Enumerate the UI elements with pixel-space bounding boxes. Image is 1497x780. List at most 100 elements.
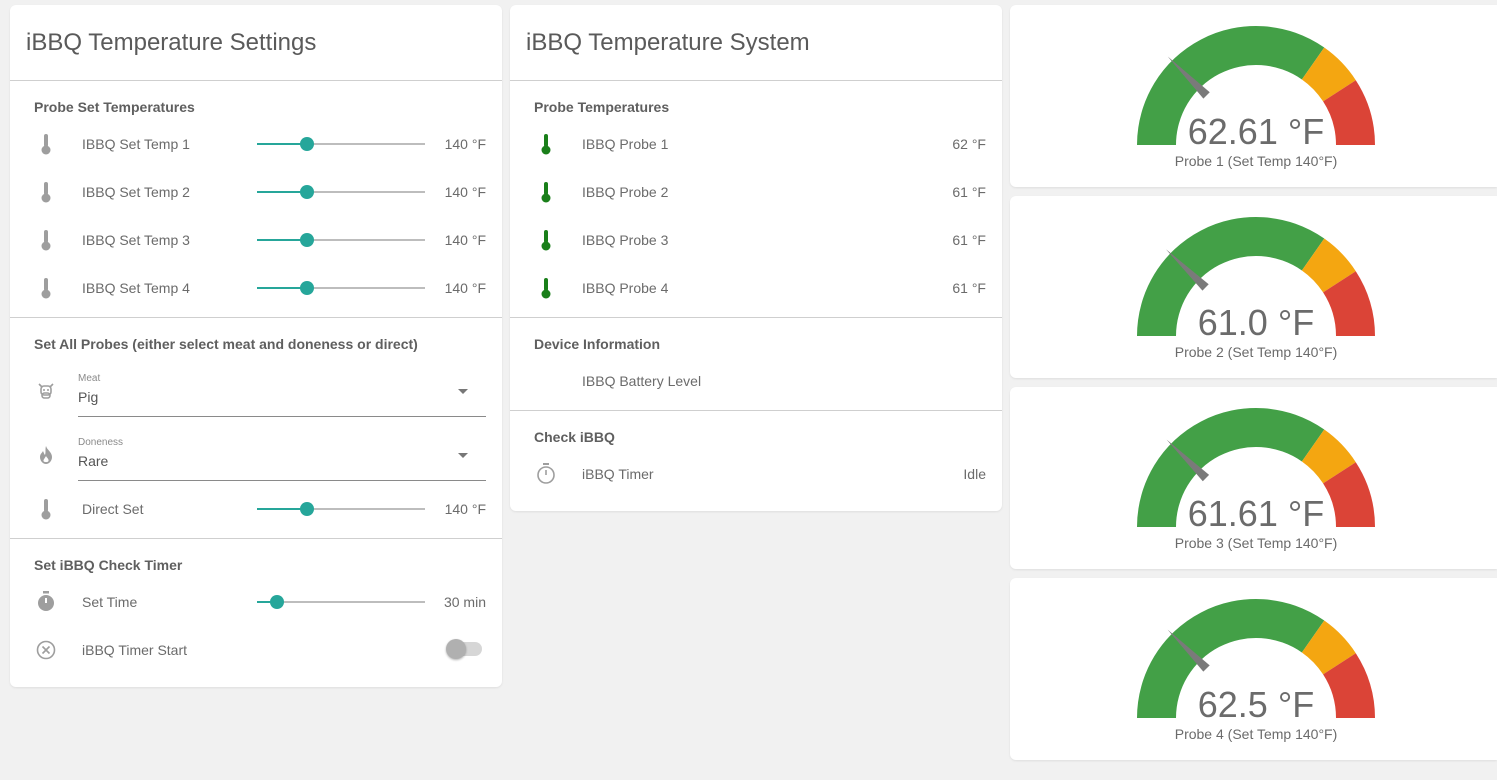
set-temp-label: IBBQ Set Temp 2 [82,184,190,200]
probe-row: IBBQ Probe 4 61 °F [510,268,1002,308]
set-temp-value: 140 °F [444,184,486,200]
probe-label: IBBQ Probe 4 [582,280,669,296]
set-temp-value: 140 °F [444,136,486,152]
gauge-label: Probe 2 (Set Temp 140°F) [1174,344,1338,360]
set-temp-slider[interactable] [257,185,425,199]
system-title: iBBQ Temperature System [526,29,810,56]
divider [10,80,502,81]
divider [510,80,1002,81]
check-timer-value: Idle [963,466,986,482]
set-temp-slider[interactable] [257,137,425,151]
probe-label: IBBQ Probe 1 [582,136,669,152]
probe-row: IBBQ Probe 1 62 °F [510,124,1002,164]
thermometer-icon [36,180,56,204]
thermometer-icon [36,132,56,156]
gauge-card[interactable]: 62.5 °F Probe 4 (Set Temp 140°F) [1010,578,1497,760]
device-info-header: Device Information [534,336,661,352]
doneness-select-label: Doneness [78,437,124,448]
set-temp-slider[interactable] [257,281,425,295]
slider-thumb[interactable] [270,595,285,609]
direct-set-slider[interactable] [257,502,425,516]
timer-outline-icon [536,462,556,486]
set-temp-value: 140 °F [444,232,486,248]
probe-value: 62 °F [952,136,986,152]
set-temp-row: IBBQ Set Temp 3 140 °F [10,220,502,260]
settings-title: iBBQ Temperature Settings [26,29,317,56]
meat-select-value: Pig [78,389,99,405]
doneness-row: Doneness Rare [10,431,502,483]
probe-temps-header: Probe Temperatures [534,99,670,115]
probe-label: IBBQ Probe 2 [582,184,669,200]
set-temp-row: IBBQ Set Temp 2 140 °F [10,172,502,212]
slider-thumb[interactable] [300,233,315,247]
slider-thumb[interactable] [300,502,315,516]
meat-select-label: Meat [78,373,101,384]
gauge-card[interactable]: 62.61 °F Probe 1 (Set Temp 140°F) [1010,5,1497,187]
probe-value: 61 °F [952,280,986,296]
direct-set-value: 140 °F [444,501,486,517]
divider [510,410,1002,411]
thermometer-icon [36,497,56,521]
set-time-slider[interactable] [257,595,425,609]
doneness-select[interactable]: Doneness Rare [78,431,486,481]
timer-start-toggle[interactable] [446,639,482,659]
settings-card: iBBQ Temperature Settings Probe Set Temp… [10,5,502,687]
thermometer-icon [36,276,56,300]
thermometer-icon [536,132,556,156]
set-temp-label: IBBQ Set Temp 1 [82,136,190,152]
gauge-card[interactable]: 61.0 °F Probe 2 (Set Temp 140°F) [1010,196,1497,378]
thermometer-icon [536,276,556,300]
divider [510,317,1002,318]
set-time-row: Set Time 30 min [10,582,502,622]
set-temp-label: IBBQ Set Temp 4 [82,280,190,296]
timer-start-label: iBBQ Timer Start [82,642,188,658]
gauge-value: 61.0 °F [1198,302,1314,343]
gauge-label: Probe 3 (Set Temp 140°F) [1174,535,1338,551]
check-timer-header: Set iBBQ Check Timer [34,557,183,573]
meat-row: Meat Pig [10,367,502,419]
gauge-value: 61.61 °F [1188,493,1324,534]
gauge-value: 62.5 °F [1198,684,1314,725]
probe-row: IBBQ Probe 3 61 °F [510,220,1002,260]
check-timer-row: iBBQ Timer Idle [510,454,1002,494]
system-card: iBBQ Temperature System Probe Temperatur… [510,5,1002,511]
battery-label: IBBQ Battery Level [582,373,702,389]
gauge-value: 62.61 °F [1188,111,1324,152]
thermometer-icon [536,180,556,204]
gauge-card[interactable]: 61.61 °F Probe 3 (Set Temp 140°F) [1010,387,1497,569]
chevron-down-icon[interactable] [458,389,468,394]
timer-icon [36,590,56,614]
meat-select[interactable]: Meat Pig [78,367,486,417]
doneness-select-value: Rare [78,453,109,469]
set-temp-value: 140 °F [444,280,486,296]
gauge-label: Probe 1 (Set Temp 140°F) [1174,153,1338,169]
check-ibbq-header: Check iBBQ [534,429,615,445]
divider [10,538,502,539]
direct-set-label: Direct Set [82,501,144,517]
chevron-down-icon[interactable] [458,453,468,458]
set-time-label: Set Time [82,594,138,610]
gauge-label: Probe 4 (Set Temp 140°F) [1174,726,1338,742]
probe-set-header: Probe Set Temperatures [34,99,195,115]
set-all-probes-header: Set All Probes (either select meat and d… [34,336,418,352]
thermometer-icon [536,228,556,252]
timer-start-row: iBBQ Timer Start [10,630,502,670]
slider-thumb[interactable] [300,281,315,295]
close-circle-icon [36,638,56,662]
slider-thumb[interactable] [300,185,315,199]
set-temp-label: IBBQ Set Temp 3 [82,232,190,248]
probe-label: IBBQ Probe 3 [582,232,669,248]
set-temp-row: IBBQ Set Temp 1 140 °F [10,124,502,164]
divider [10,317,502,318]
toggle-knob[interactable] [446,639,466,659]
direct-set-row: Direct Set 140 °F [10,489,502,529]
probe-value: 61 °F [952,184,986,200]
probe-value: 61 °F [952,232,986,248]
set-temp-row: IBBQ Set Temp 4 140 °F [10,268,502,308]
set-time-value: 30 min [443,594,486,610]
thermometer-icon [36,228,56,252]
set-temp-slider[interactable] [257,233,425,247]
slider-thumb[interactable] [300,137,315,151]
probe-row: IBBQ Probe 2 61 °F [510,172,1002,212]
fire-icon [36,443,56,467]
